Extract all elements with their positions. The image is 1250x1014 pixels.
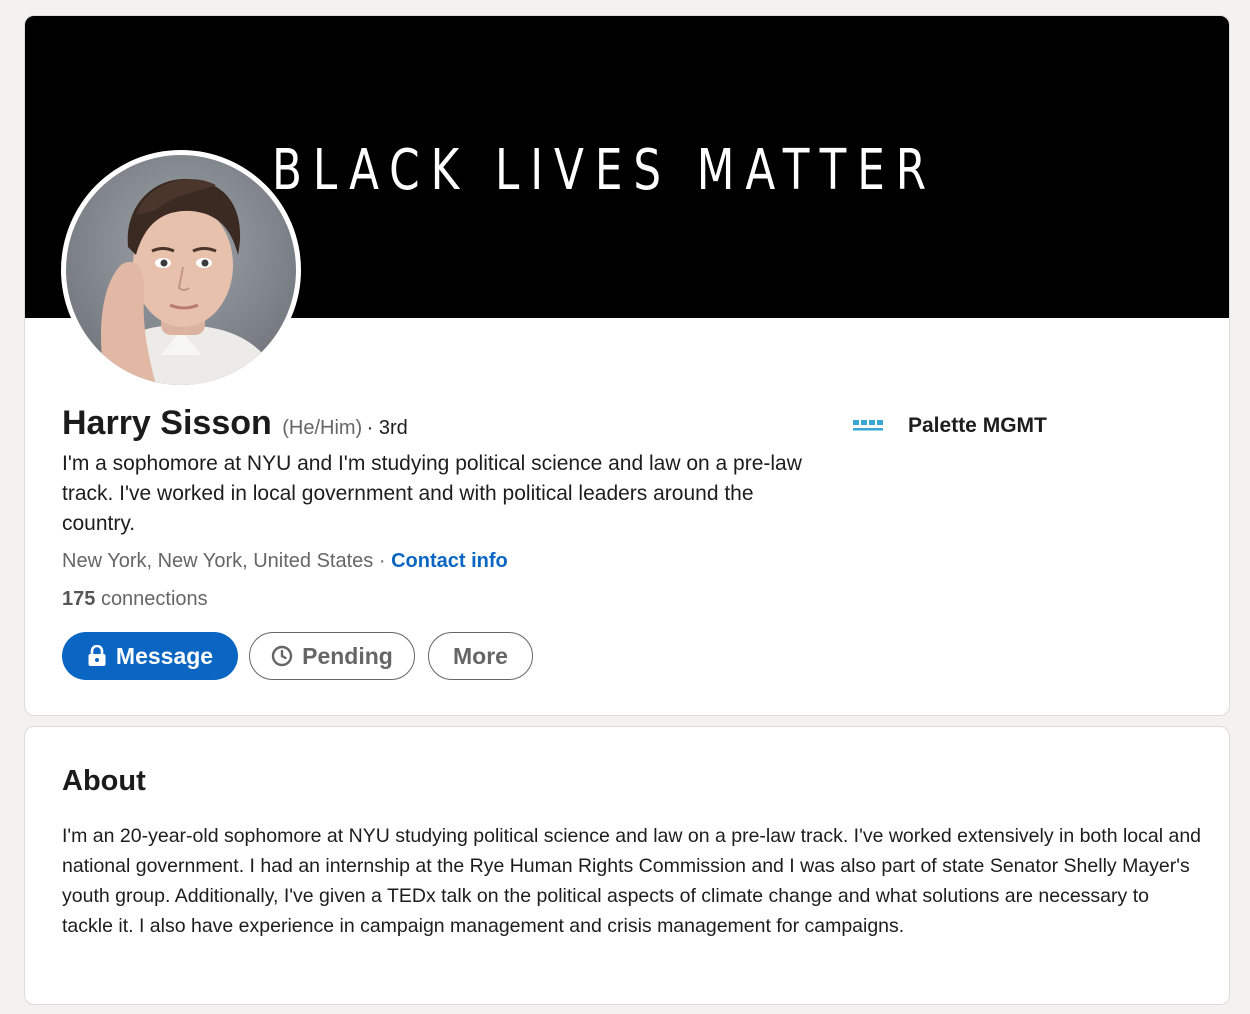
location-separator: · [378, 550, 386, 572]
about-text: I'm an 20-year-old sophomore at NYU stud… [62, 825, 1202, 937]
clock-icon [271, 645, 293, 667]
location-row: New York, New York, United States · Cont… [62, 550, 508, 573]
pending-button[interactable]: Pending [249, 632, 415, 680]
profile-name: Harry Sisson [62, 404, 272, 442]
lock-icon [87, 645, 107, 667]
about-title: About [62, 765, 146, 797]
more-button[interactable]: More [428, 632, 533, 680]
contact-info-link[interactable]: Contact info [391, 550, 508, 572]
avatar-photo [66, 155, 296, 385]
message-label: Message [115, 642, 214, 669]
pronouns: (He/Him) [282, 417, 363, 439]
profile-card: BLACK LIVES MATTER Harry Sisson (He/Him)… [24, 15, 1230, 716]
connections-label: connections [100, 588, 208, 610]
location: New York, New York, United States [62, 550, 374, 572]
connections-number: 175 [62, 588, 96, 610]
connections-count[interactable]: 175 connections [62, 588, 208, 611]
more-label: More [453, 642, 508, 669]
name-row: Harry Sisson (He/Him) · 3rd [62, 404, 408, 443]
current-company[interactable]: Palette MGMT [852, 414, 1047, 438]
pending-label: Pending [302, 642, 393, 669]
profile-headline: I'm a sophomore at NYU and I'm studying … [62, 452, 802, 535]
palette-logo-icon [853, 420, 883, 431]
connection-degree: · 3rd [366, 417, 408, 439]
about-card: About I'm an 20-year-old sophomore at NY… [24, 726, 1230, 1005]
company-name: Palette MGMT [908, 414, 1047, 437]
banner-text: BLACK LIVES MATTER [272, 138, 938, 203]
message-button[interactable]: Message [62, 632, 238, 680]
profile-avatar[interactable] [61, 150, 301, 390]
